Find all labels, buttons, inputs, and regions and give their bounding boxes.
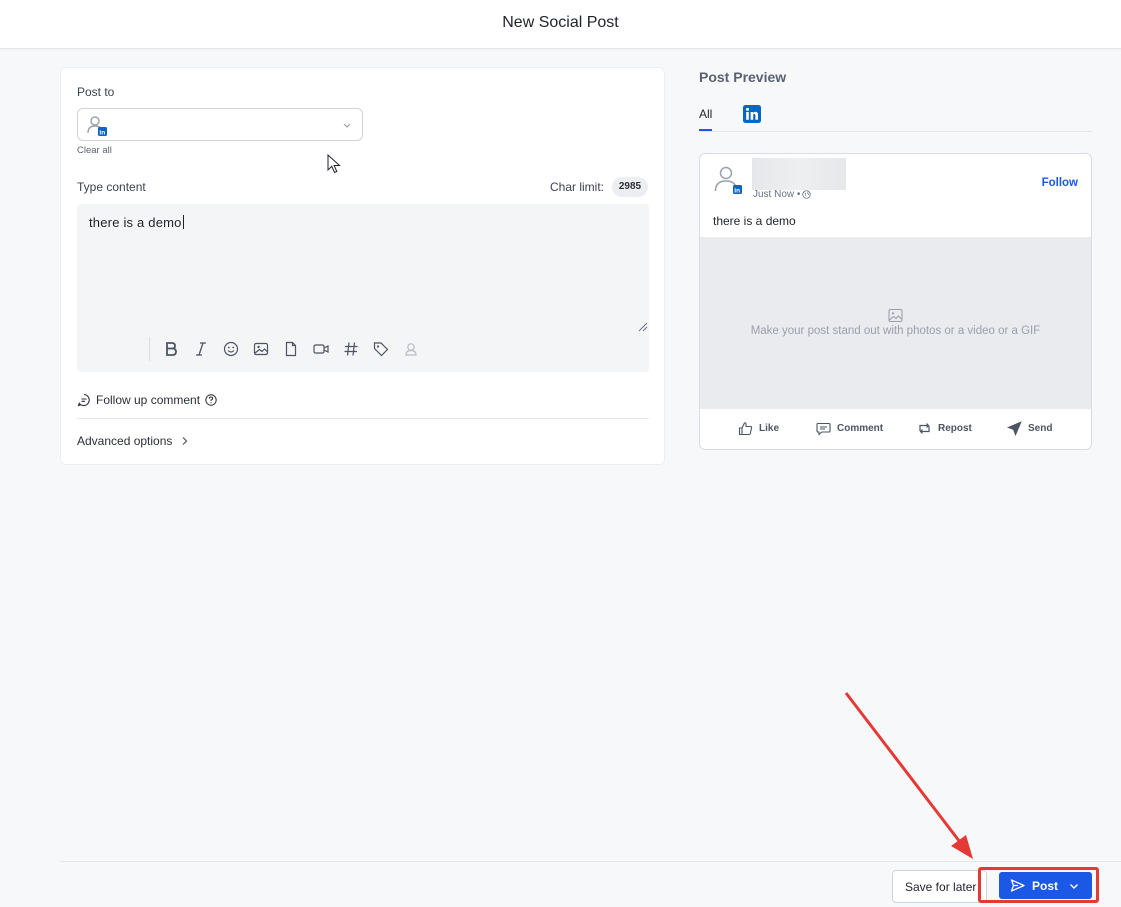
char-limit-label: Char limit: [549,180,604,194]
send-action: Send [1007,421,1052,436]
post-to-label: Post to [77,85,115,99]
comment-action: Comment [816,421,883,436]
thumbs-up-icon [738,422,753,436]
emoji-button[interactable] [216,337,246,361]
document-button[interactable] [276,337,306,361]
italic-button[interactable] [186,337,216,361]
bold-button[interactable] [156,337,186,361]
resize-handle-icon[interactable] [638,322,648,332]
char-limit-badge: 2985 [612,177,648,197]
profile-avatar-icon: in [714,166,742,195]
linkedin-preview-card: in Just Now • Follow there is a demo Mak… [699,153,1092,450]
follow-up-comment-toggle[interactable]: Follow up comment [77,393,217,407]
preview-post-text: there is a demo [713,214,796,228]
document-icon [285,341,297,357]
post-meta: Just Now • [753,189,812,200]
post-actions: Like Comment Repost Send [700,412,1091,448]
post-preview-title: Post Preview [699,69,787,85]
save-for-later-button[interactable]: Save for later [892,870,987,903]
format-toolbar [149,337,426,361]
image-icon [253,342,269,356]
comment-icon [77,393,90,407]
advanced-options-toggle[interactable]: Advanced options [77,434,190,448]
media-placeholder: Make your post stand out with photos or … [700,237,1091,409]
hashtag-icon [344,342,358,356]
svg-text:in: in [734,188,740,195]
like-action: Like [738,421,779,436]
comment-bubble-icon [816,422,831,436]
advanced-options-label: Advanced options [77,434,173,448]
svg-text:in: in [99,130,105,137]
follow-button[interactable]: Follow [1042,177,1078,189]
tag-icon [373,342,389,357]
account-select[interactable]: in [77,108,363,141]
divider [77,418,649,419]
follow-up-label: Follow up comment [96,393,201,407]
image-button[interactable] [246,337,276,361]
composer-card: Post to in Clear all Type content Char l… [60,67,665,465]
clear-all-link[interactable]: Clear all [77,145,112,156]
hashtag-button[interactable] [336,337,366,361]
globe-icon [802,190,812,199]
content-text[interactable]: there is a demo [89,215,184,230]
footer-divider [60,861,1121,862]
media-hint: Make your post stand out with photos or … [750,325,1041,337]
linkedin-icon[interactable] [743,105,761,123]
content-editor[interactable]: there is a demo [77,204,649,372]
page-title: New Social Post [502,14,619,31]
bold-icon [166,342,177,356]
chevron-down-icon [343,123,351,128]
mention-icon [405,343,417,356]
preview-tabs: All [699,100,1092,132]
italic-icon [196,342,206,356]
tag-button[interactable] [366,337,396,361]
type-content-label: Type content [77,180,146,194]
tab-all[interactable]: All [699,107,713,131]
emoji-icon [223,341,239,357]
linkedin-account-avatar-icon: in [87,116,107,137]
chevron-right-icon [182,437,188,445]
mouse-cursor-icon [327,154,341,174]
video-icon [313,344,329,354]
video-button[interactable] [306,337,336,361]
help-icon[interactable] [205,394,217,406]
repost-action: Repost [917,421,972,436]
account-name-redacted [752,158,846,190]
post-button-highlight [978,867,1099,903]
image-placeholder-icon [888,308,903,323]
paper-plane-icon [1007,421,1022,436]
top-bar: New Social Post [0,0,1121,49]
mention-button[interactable] [396,337,426,361]
repost-icon [919,423,930,434]
